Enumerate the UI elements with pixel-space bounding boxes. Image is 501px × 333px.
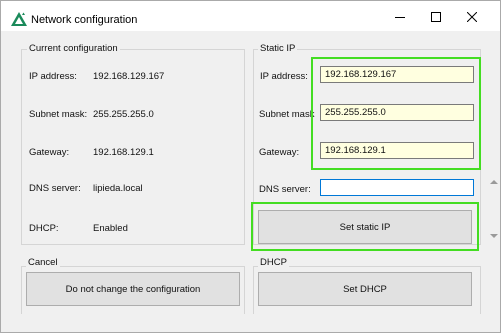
static-ip-legend: Static IP (258, 43, 298, 54)
cancel-legend: Cancel (26, 257, 60, 268)
current-dns-label: DNS server: (29, 183, 81, 194)
minimize-icon (395, 17, 405, 18)
current-mask-label: Subnet mask: (29, 109, 88, 120)
static-dns-input[interactable] (320, 179, 474, 196)
dhcp-legend: DHCP (258, 257, 289, 268)
current-gateway-label: Gateway: (29, 147, 70, 158)
static-mask-label: Subnet mask (259, 109, 315, 120)
static-gateway-input[interactable] (320, 142, 474, 159)
minimize-button[interactable] (381, 5, 419, 29)
network-configuration-window: Network configuration Current configurat… (0, 0, 501, 333)
current-ip-value: 192.168.129.167 (93, 71, 165, 82)
do-not-change-button[interactable]: Do not change the configuration (26, 272, 240, 306)
window-title: Network configuration (31, 14, 138, 26)
set-static-ip-button[interactable]: Set static IP (258, 210, 472, 244)
static-dns-label: DNS server: (259, 184, 311, 195)
maximize-button[interactable] (417, 5, 455, 29)
current-dns-value: lipieda.local (93, 183, 143, 194)
current-configuration-legend: Current configuration (27, 43, 120, 54)
static-ip-label: IP address: (260, 71, 308, 82)
triangle-logo-icon (11, 12, 27, 26)
scrollbar[interactable] (489, 179, 499, 239)
current-gateway-value: 192.168.129.1 (93, 147, 154, 158)
current-mask-value: 255.255.255.0 (93, 109, 154, 120)
current-ip-label: IP address: (29, 71, 77, 82)
current-dhcp-value: Enabled (93, 223, 128, 234)
static-mask-input[interactable] (320, 104, 474, 121)
set-dhcp-button[interactable]: Set DHCP (258, 272, 472, 306)
close-icon (467, 12, 477, 22)
maximize-icon (431, 12, 441, 22)
title-bar: Network configuration (1, 1, 500, 31)
close-button[interactable] (453, 5, 491, 29)
current-dhcp-label: DHCP: (29, 223, 59, 234)
static-ip-input[interactable] (320, 66, 474, 83)
static-gateway-label: Gateway: (259, 147, 300, 158)
